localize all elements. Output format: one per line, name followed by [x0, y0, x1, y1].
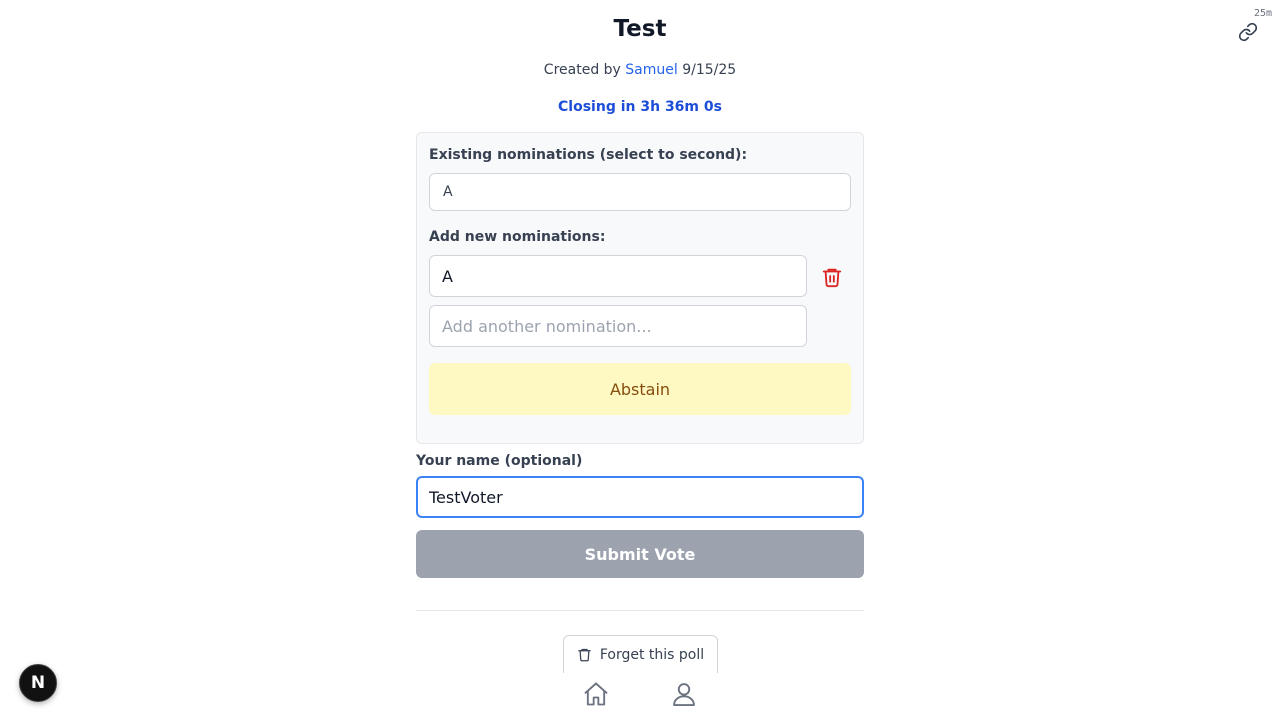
forget-poll-label: Forget this poll — [599, 646, 705, 663]
created-by-text: Created by — [543, 62, 621, 78]
user-icon — [673, 683, 695, 707]
voter-name-input[interactable] — [416, 476, 864, 518]
trash-icon — [578, 648, 591, 662]
home-icon — [584, 682, 608, 706]
nextjs-dev-badge[interactable]: N — [19, 664, 57, 702]
poll-meta: Created by Samuel 9/15/25 — [0, 62, 1280, 78]
forget-poll-button[interactable]: Forget this poll — [563, 635, 718, 673]
nav-home-button[interactable] — [582, 680, 610, 708]
abstain-button[interactable]: Abstain — [429, 363, 851, 415]
created-date: 9/15/25 — [682, 62, 737, 78]
voter-name-label: Your name (optional) — [416, 453, 583, 469]
delete-nomination-button[interactable] — [821, 266, 845, 290]
add-nominations-label: Add new nominations: — [429, 229, 606, 245]
author-link[interactable]: Samuel — [625, 62, 677, 78]
add-another-nomination-input[interactable] — [429, 305, 807, 347]
nomination-card: Existing nominations (select to second):… — [416, 132, 864, 444]
nav-profile-button[interactable] — [670, 680, 698, 708]
new-nomination-input[interactable] — [429, 255, 807, 297]
bottom-nav — [563, 673, 718, 720]
copy-link-button[interactable] — [1238, 22, 1258, 42]
trash-icon — [822, 268, 842, 288]
poll-age-label: 25m — [1253, 8, 1272, 19]
submit-vote-button[interactable]: Submit Vote — [416, 530, 864, 578]
divider — [416, 610, 864, 611]
link-icon — [1238, 22, 1258, 42]
closing-countdown: Closing in 3h 36m 0s — [558, 99, 722, 115]
page-title: Test — [613, 16, 667, 42]
existing-nomination-option[interactable]: A — [429, 173, 851, 211]
existing-nominations-label: Existing nominations (select to second): — [429, 147, 748, 163]
